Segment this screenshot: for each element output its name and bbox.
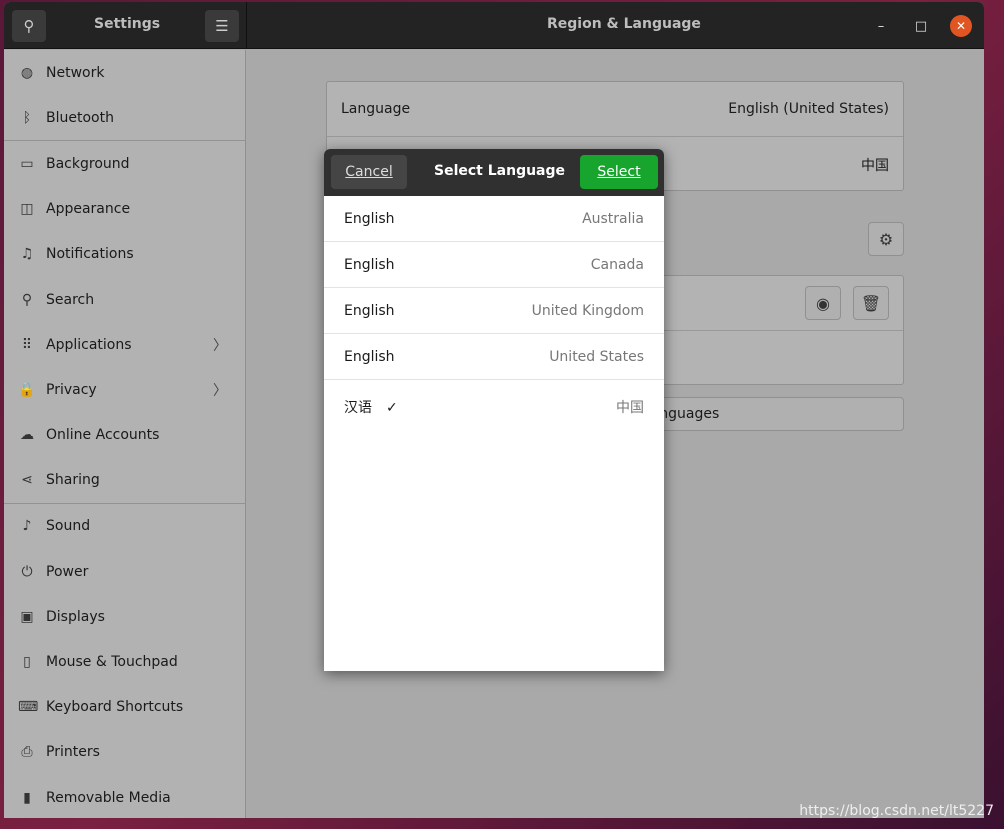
gear-icon: ⚙ <box>878 229 894 249</box>
sidebar-item-appearance[interactable]: ◫ Appearance <box>4 187 245 232</box>
language-list-item[interactable]: 汉语 ✓ 中国 <box>324 380 664 434</box>
input-options-button[interactable]: ⚙ <box>868 222 904 256</box>
sidebar-item-search[interactable]: ⚲ Search <box>4 277 245 322</box>
globe-icon: ◍ <box>20 64 34 81</box>
language-list-item[interactable]: English Canada <box>324 242 664 288</box>
sidebar-item-label: Power <box>46 563 89 580</box>
sidebar-item-label: Bluetooth <box>46 109 114 126</box>
sidebar-item-privacy[interactable]: 🔒 Privacy 〉 <box>4 367 245 412</box>
sidebar-item-label: Sharing <box>46 472 100 489</box>
trash-icon: 🗑 <box>860 293 882 313</box>
sidebar-item-mouse-touchpad[interactable]: ▯ Mouse & Touchpad <box>4 639 245 684</box>
search-icon: ⚲ <box>21 291 33 308</box>
language-list-item[interactable]: English United States <box>324 334 664 380</box>
bell-icon: ♫ <box>20 246 34 263</box>
mouse-icon: ▯ <box>23 654 31 671</box>
maximize-button[interactable]: □ <box>910 15 932 37</box>
sidebar-item-label: Applications <box>46 336 132 353</box>
select-language-dialog: Cancel Select Language Select English Aus… <box>324 149 664 671</box>
language-name: 汉语 <box>344 400 372 416</box>
language-name: English <box>344 348 395 365</box>
search-button[interactable]: ⚲ <box>12 10 46 42</box>
close-icon: ✕ <box>955 19 967 33</box>
language-name: English <box>344 256 395 273</box>
check-icon: ✓ <box>386 400 398 416</box>
keyboard-icon: ⌨ <box>18 699 39 716</box>
share-icon: ⋖ <box>21 472 33 489</box>
sidebar-item-bluetooth[interactable]: ᛒ Bluetooth <box>4 95 245 140</box>
language-name: English <box>344 302 395 319</box>
appearance-icon: ◫ <box>20 201 34 218</box>
country-name: Australia <box>582 210 644 227</box>
sidebar-item-sound[interactable]: ♪ Sound <box>4 504 245 549</box>
sidebar: ◍ Network ᛒ Bluetooth ▭ Background ◫ Appearance… <box>4 50 246 818</box>
country-name: United States <box>549 348 644 365</box>
language-row[interactable]: Language English (United States) <box>327 82 903 137</box>
language-list: English Australia English Canada English Unit… <box>324 196 664 434</box>
sidebar-item-label: Appearance <box>46 201 131 218</box>
sidebar-item-label: Sound <box>46 518 91 535</box>
hamburger-icon: ☰ <box>215 17 229 35</box>
cancel-button[interactable]: Cancel <box>331 155 407 189</box>
language-name: English <box>344 210 395 227</box>
sidebar-item-network[interactable]: ◍ Network <box>4 50 245 95</box>
language-list-item[interactable]: English Australia <box>324 196 664 242</box>
sidebar-item-online-accounts[interactable]: ☁ Online Accounts <box>4 413 245 458</box>
sidebar-item-removable-media[interactable]: ▮ Removable Media <box>4 775 245 818</box>
chevron-right-icon: 〉 <box>213 337 227 354</box>
sidebar-item-label: Displays <box>46 608 105 625</box>
sidebar-item-background[interactable]: ▭ Background <box>4 141 245 186</box>
close-button[interactable]: ✕ <box>950 15 972 37</box>
printer-icon: ⎙ <box>21 744 33 761</box>
power-icon: ⏻ <box>21 563 33 580</box>
monitor-icon: ▭ <box>20 155 34 172</box>
language-list-item[interactable]: English United Kingdom <box>324 288 664 334</box>
sidebar-item-label: Network <box>46 64 105 81</box>
sidebar-item-label: Keyboard Shortcuts <box>46 699 184 716</box>
language-label: Language <box>341 101 411 117</box>
sidebar-item-sharing[interactable]: ⋖ Sharing <box>4 458 245 503</box>
sidebar-item-keyboard-shortcuts[interactable]: ⌨ Keyboard Shortcuts <box>4 685 245 730</box>
sidebar-item-label: Printers <box>46 744 100 761</box>
sidebar-item-label: Search <box>46 291 95 308</box>
lock-icon: 🔒 <box>18 381 36 398</box>
sidebar-item-notifications[interactable]: ♫ Notifications <box>4 232 245 277</box>
sidebar-item-label: Mouse & Touchpad <box>46 654 178 671</box>
preview-button[interactable]: ◉ <box>805 286 841 320</box>
dialog-title: Select Language <box>434 163 566 179</box>
bluetooth-icon: ᛒ <box>22 109 32 126</box>
header-bar: ⚲ Settings ☰ Region & Language – □ ✕ <box>4 2 984 49</box>
sidebar-item-applications[interactable]: ⠿ Applications 〉 <box>4 322 245 367</box>
app-title: Settings <box>94 16 161 32</box>
watermark: https://blog.csdn.net/lt5227 <box>799 803 994 819</box>
country-name: Canada <box>590 256 644 273</box>
language-value: English (United States) <box>728 101 889 117</box>
sidebar-item-label: Notifications <box>46 246 134 263</box>
music-icon: ♪ <box>22 518 32 535</box>
remove-button[interactable]: 🗑 <box>853 286 889 320</box>
menu-button[interactable]: ☰ <box>205 10 239 42</box>
sidebar-item-label: Background <box>46 155 130 172</box>
sidebar-item-label: Privacy <box>46 381 97 398</box>
country-name: 中国 <box>616 400 644 416</box>
grid-icon: ⠿ <box>21 336 33 353</box>
dialog-header: Cancel Select Language Select <box>324 149 664 196</box>
eye-icon: ◉ <box>816 293 830 313</box>
divider <box>246 2 247 49</box>
sidebar-item-printers[interactable]: ⎙ Printers <box>4 730 245 775</box>
cloud-icon: ☁ <box>20 427 34 444</box>
minimize-button[interactable]: – <box>870 15 892 37</box>
media-icon: ▮ <box>23 789 31 806</box>
search-icon: ⚲ <box>23 17 35 35</box>
select-button[interactable]: Select <box>580 155 658 189</box>
chevron-right-icon: 〉 <box>213 382 227 399</box>
formats-value: 中国 <box>861 157 889 174</box>
display-icon: ▣ <box>20 608 34 625</box>
sidebar-item-power[interactable]: ⏻ Power <box>4 549 245 594</box>
country-name: United Kingdom <box>531 302 644 319</box>
panel-title: Region & Language <box>547 16 701 32</box>
sidebar-item-label: Online Accounts <box>46 427 160 444</box>
sidebar-item-displays[interactable]: ▣ Displays <box>4 594 245 639</box>
sidebar-item-label: Removable Media <box>46 789 171 806</box>
